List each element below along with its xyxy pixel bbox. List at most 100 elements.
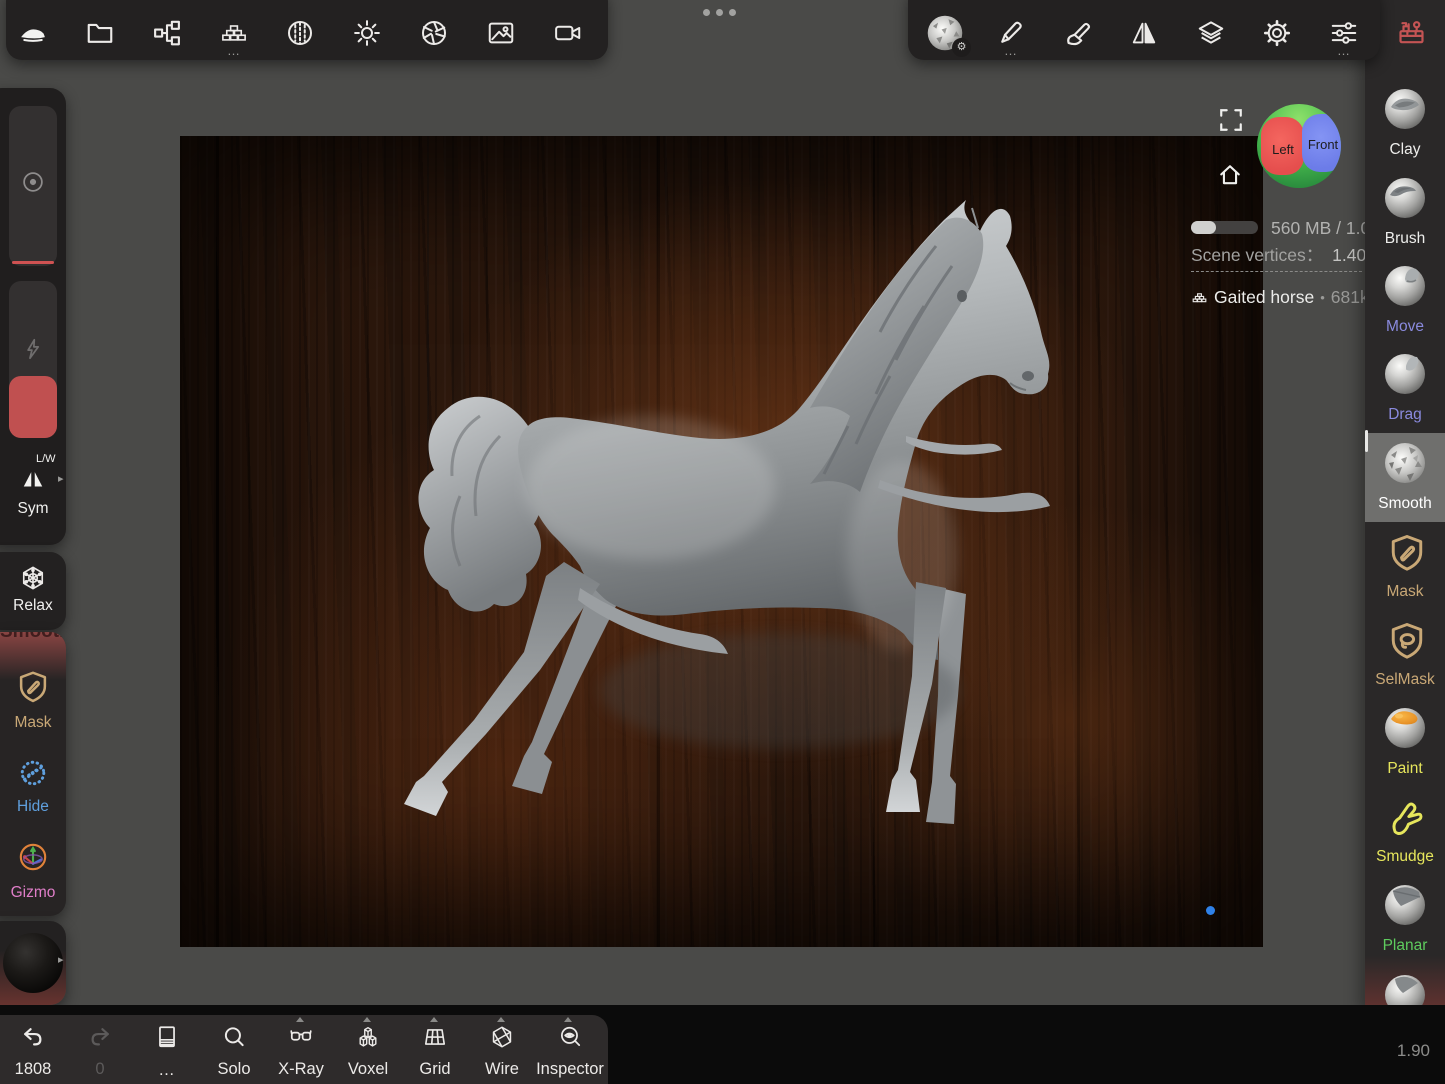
gizmo-button[interactable]: Gizmo [0,836,66,910]
grid-label: Grid [402,1060,468,1079]
nav-orientation-cube[interactable]: Left Front [1257,104,1341,188]
clay-sphere-thumb [1383,87,1427,131]
symmetry-mirror-icon[interactable] [1129,18,1159,48]
nav-face-left-label: Left [1264,142,1302,157]
sidebar-scroll-indicator[interactable] [1365,430,1368,452]
radius-icon [19,168,47,196]
planar-sphere-thumb [1383,883,1427,927]
node-graph-icon[interactable] [152,18,182,48]
paintbrush-icon[interactable] [1063,18,1093,48]
tool-planar[interactable]: Planar [1365,881,1445,969]
toolbox-icon[interactable] [1396,17,1427,48]
sym-label: Sym [2,500,64,518]
voxel-caret[interactable] [363,1017,371,1022]
inspector-label: Inspector [532,1060,608,1079]
hide-button[interactable]: Hide [0,752,66,824]
voxel-cubes-icon [355,1024,381,1050]
tool-smooth-label: Smooth [1365,495,1445,513]
tool-smooth[interactable]: Smooth [1365,439,1445,527]
solo-button[interactable]: Solo [201,1024,267,1080]
wire-label: Wire [469,1060,535,1079]
tool-paint-label: Paint [1365,760,1445,778]
tool-drag[interactable]: Drag [1365,350,1445,438]
memory-progressbar [1191,221,1258,234]
xray-button[interactable]: X-Ray [268,1024,334,1080]
wire-button[interactable]: Wire [469,1024,535,1080]
files-folder-icon[interactable] [85,18,115,48]
tool-smudge-label: Smudge [1365,848,1445,866]
tool-paint[interactable]: Paint [1365,704,1445,792]
intensity-lightning-icon [20,336,46,362]
postprocess-aperture-icon[interactable] [419,18,449,48]
grid-caret[interactable] [430,1017,438,1022]
active-alpha-rock-button[interactable]: ⚙ [926,14,964,52]
zoom-indicator: 1.90 [1360,1041,1430,1061]
inspector-caret[interactable] [564,1017,572,1022]
paint-sphere-thumb [1383,706,1427,750]
history-notebook-icon [154,1024,180,1050]
tool-smudge[interactable]: Smudge [1365,792,1445,880]
lighting-sun-icon[interactable] [352,18,382,48]
tool-move[interactable]: Move [1365,262,1445,350]
scene-object-row[interactable]: Gaited horse • 681k [1191,287,1369,308]
solo-magnifier-icon [221,1024,247,1050]
gizmo-label: Gizmo [0,884,66,902]
texture-sphere-icon[interactable] [285,18,315,48]
scene-vertices-label: Scene vertices： [1191,245,1323,265]
mask-shield-icon [14,668,52,706]
tool-planar-label: Planar [1365,937,1445,955]
inspector-eye-icon [557,1024,583,1050]
camera-capture-icon[interactable] [553,18,583,48]
subdivision-more-dots: … [222,47,246,55]
radius-slider[interactable] [9,106,57,266]
brush-sphere-thumb [1383,176,1427,220]
material-expand-arrow: ▸ [58,953,64,966]
selmask-shield-icon [1385,619,1429,663]
alpha-gear-badge: ⚙ [952,38,971,57]
window-handle-dots [703,9,736,16]
redo-icon [87,1024,113,1050]
tool-mask[interactable]: Mask [1365,527,1445,615]
stroke-indicator-dot [1206,906,1215,915]
mask-button[interactable]: Mask [0,666,66,738]
grid-button[interactable]: Grid [402,1024,468,1080]
tool-selmask-label: SelMask [1365,671,1445,689]
relax-web-icon [18,563,48,593]
tool-mask-label: Mask [1365,583,1445,601]
nomad-logo-icon[interactable] [18,19,48,49]
redo-button[interactable]: 0 [73,1024,127,1080]
wire-caret[interactable] [497,1017,505,1022]
stats-divider [1191,271,1362,272]
mask-shield-icon [1385,531,1429,575]
image-export-icon[interactable] [486,18,516,48]
history-button[interactable]: … [140,1024,194,1080]
xray-caret[interactable] [296,1017,304,1022]
intensity-slider[interactable] [9,281,57,438]
move-sphere-thumb [1383,264,1427,308]
sym-button[interactable]: ▸ Sym [2,460,64,530]
memory-progressbar-fill [1191,221,1216,234]
undo-button[interactable]: 1808 [6,1024,60,1080]
smudge-hand-icon [1385,796,1429,840]
material-sphere-button[interactable] [3,933,63,993]
settings-gear-icon[interactable] [1262,18,1292,48]
tool-brush[interactable]: Brush [1365,174,1445,262]
sym-mirror-icon [18,464,48,494]
tool-selmask[interactable]: SelMask [1365,615,1445,703]
radius-slider-fill [12,261,54,265]
home-icon[interactable] [1216,161,1244,189]
sym-expand-arrow: ▸ [58,472,64,485]
undo-count: 1808 [6,1060,60,1079]
voxel-button[interactable]: Voxel [335,1024,401,1080]
intensity-slider-fill [9,376,57,438]
layers-icon[interactable] [1196,18,1226,48]
fullscreen-icon[interactable] [1218,107,1244,133]
tool-move-label: Move [1365,318,1445,336]
object-separator: • [1320,290,1325,305]
inspector-button[interactable]: Inspector [532,1024,608,1080]
drag-sphere-thumb [1383,352,1427,396]
nav-face-front-label: Front [1303,137,1341,152]
tool-clay[interactable]: Clay [1365,85,1445,173]
voxel-label: Voxel [335,1060,401,1079]
viewport-canvas[interactable] [180,136,1263,947]
